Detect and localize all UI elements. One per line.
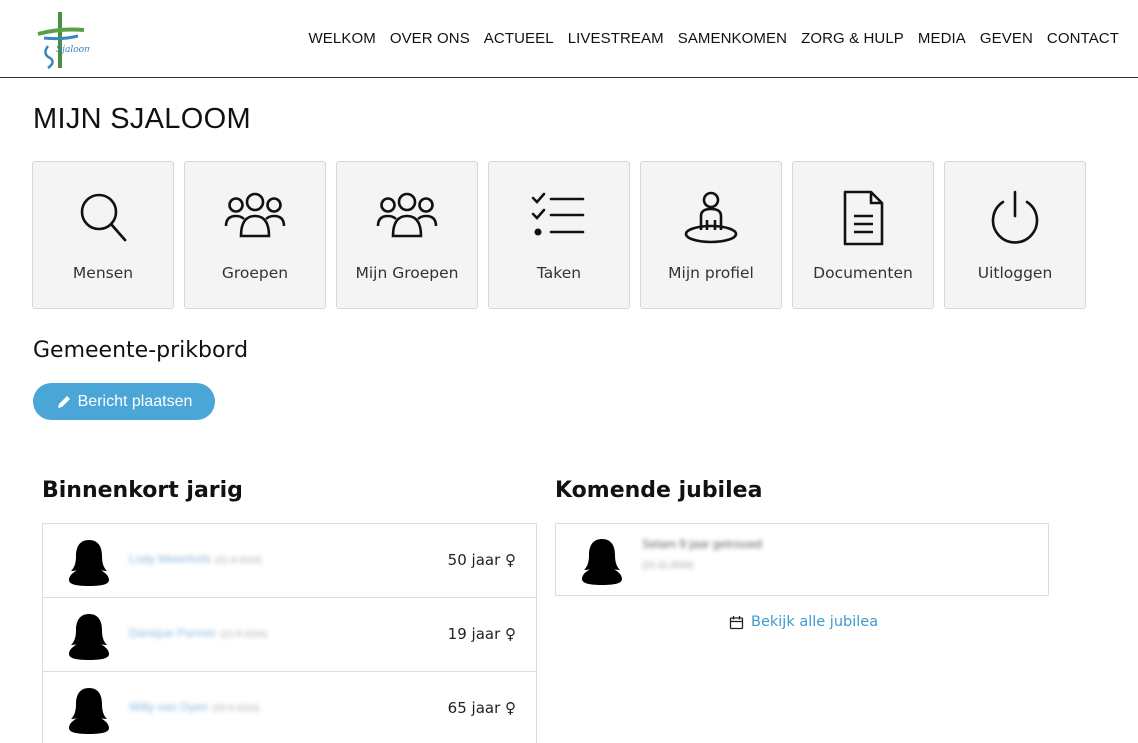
document-icon <box>843 190 884 246</box>
age-label: 50 jaar ♀ <box>447 551 516 569</box>
nav-item-actueel[interactable]: ACTUEEL <box>477 30 561 47</box>
post-message-button[interactable]: Bericht plaatsen <box>33 383 215 420</box>
tile-uitloggen[interactable]: Uitloggen <box>944 161 1086 309</box>
calendar-icon <box>729 615 744 629</box>
tile-mijn-groepen[interactable]: Mijn Groepen <box>336 161 478 309</box>
svg-text:Sjaloom: Sjaloom <box>56 45 90 55</box>
site-header: Sjaloom WELKOM OVER ONS ACTUEEL LIVESTRE… <box>0 0 1138 78</box>
nav-item-zorg-hulp[interactable]: ZORG & HULP <box>794 30 911 47</box>
nav-item-contact[interactable]: CONTACT <box>1040 30 1126 47</box>
list-item: Danique Purmer (21-9-2024) 19 jaar ♀ <box>43 598 536 672</box>
search-icon <box>80 193 127 242</box>
tile-label: Documenten <box>813 264 913 282</box>
nav-item-over-ons[interactable]: OVER ONS <box>383 30 477 47</box>
tile-mensen[interactable]: Mensen <box>32 161 174 309</box>
person-name[interactable]: Danique Purmer (21-9-2024) <box>129 626 267 640</box>
nav-item-media[interactable]: MEDIA <box>911 30 973 47</box>
checklist-icon <box>531 192 585 236</box>
birthday-list: Lody Meierhofs (21-9-2024) 50 jaar ♀ Dani… <box>42 523 537 743</box>
tile-label: Taken <box>536 264 582 282</box>
avatar-female-icon <box>582 539 622 585</box>
page-title: MIJN SJALOOM <box>33 103 251 135</box>
tile-label: Groepen <box>221 264 289 282</box>
jubilee-item: Selam 9 jaar getrouwd (21-11-2024) <box>555 523 1049 596</box>
list-item: Lody Meierhofs (21-9-2024) 50 jaar ♀ <box>43 524 536 598</box>
person-name[interactable]: Willy van Dyen (29-9-2024) <box>129 700 259 714</box>
tile-label: Mensen <box>72 264 134 282</box>
tile-groepen[interactable]: Groepen <box>184 161 326 309</box>
view-all-label: Bekijk alle jubilea <box>751 614 879 630</box>
main-nav: WELKOM OVER ONS ACTUEEL LIVESTREAM SAMEN… <box>302 30 1126 47</box>
tile-taken[interactable]: Taken <box>488 161 630 309</box>
dashboard-tiles: Mensen Groepen Mijn Groepen Taken Mijn p… <box>32 161 1086 309</box>
group-icon <box>224 192 286 238</box>
avatar-female-icon <box>69 614 109 660</box>
view-all-jubilees-link[interactable]: Bekijk alle jubilea <box>729 614 878 630</box>
sjaloom-logo-icon: Sjaloom <box>37 12 93 69</box>
tile-documenten[interactable]: Documenten <box>792 161 934 309</box>
nav-item-samenkomen[interactable]: SAMENKOMEN <box>671 30 794 47</box>
jubilee-date: (21-11-2024) <box>642 560 694 570</box>
post-button-label: Bericht plaatsen <box>77 392 193 410</box>
tile-label: Uitloggen <box>977 264 1053 282</box>
person-name[interactable]: Lody Meierhofs (21-9-2024) <box>129 552 262 566</box>
site-logo[interactable]: Sjaloom <box>34 10 93 72</box>
age-label: 65 jaar ♀ <box>447 699 516 717</box>
tile-label: Mijn profiel <box>668 264 754 282</box>
jubilee-title: Selam 9 jaar getrouwd <box>642 537 763 551</box>
tile-mijn-profiel[interactable]: Mijn profiel <box>640 161 782 309</box>
group-icon <box>376 192 438 238</box>
tile-label: Mijn Groepen <box>355 264 459 282</box>
board-title: Gemeente-prikbord <box>33 338 249 363</box>
pencil-icon <box>57 395 70 408</box>
nav-item-geven[interactable]: GEVEN <box>973 30 1040 47</box>
birthdays-title: Binnenkort jarig <box>42 478 243 503</box>
profile-icon <box>684 191 738 244</box>
nav-item-livestream[interactable]: LIVESTREAM <box>561 30 671 47</box>
power-icon <box>991 190 1039 244</box>
avatar-female-icon <box>69 540 109 586</box>
avatar-female-icon <box>69 688 109 734</box>
list-item: Willy van Dyen (29-9-2024) 65 jaar ♀ <box>43 672 536 743</box>
nav-item-welkom[interactable]: WELKOM <box>302 30 383 47</box>
age-label: 19 jaar ♀ <box>447 625 516 643</box>
jubilees-title: Komende jubilea <box>555 478 763 503</box>
